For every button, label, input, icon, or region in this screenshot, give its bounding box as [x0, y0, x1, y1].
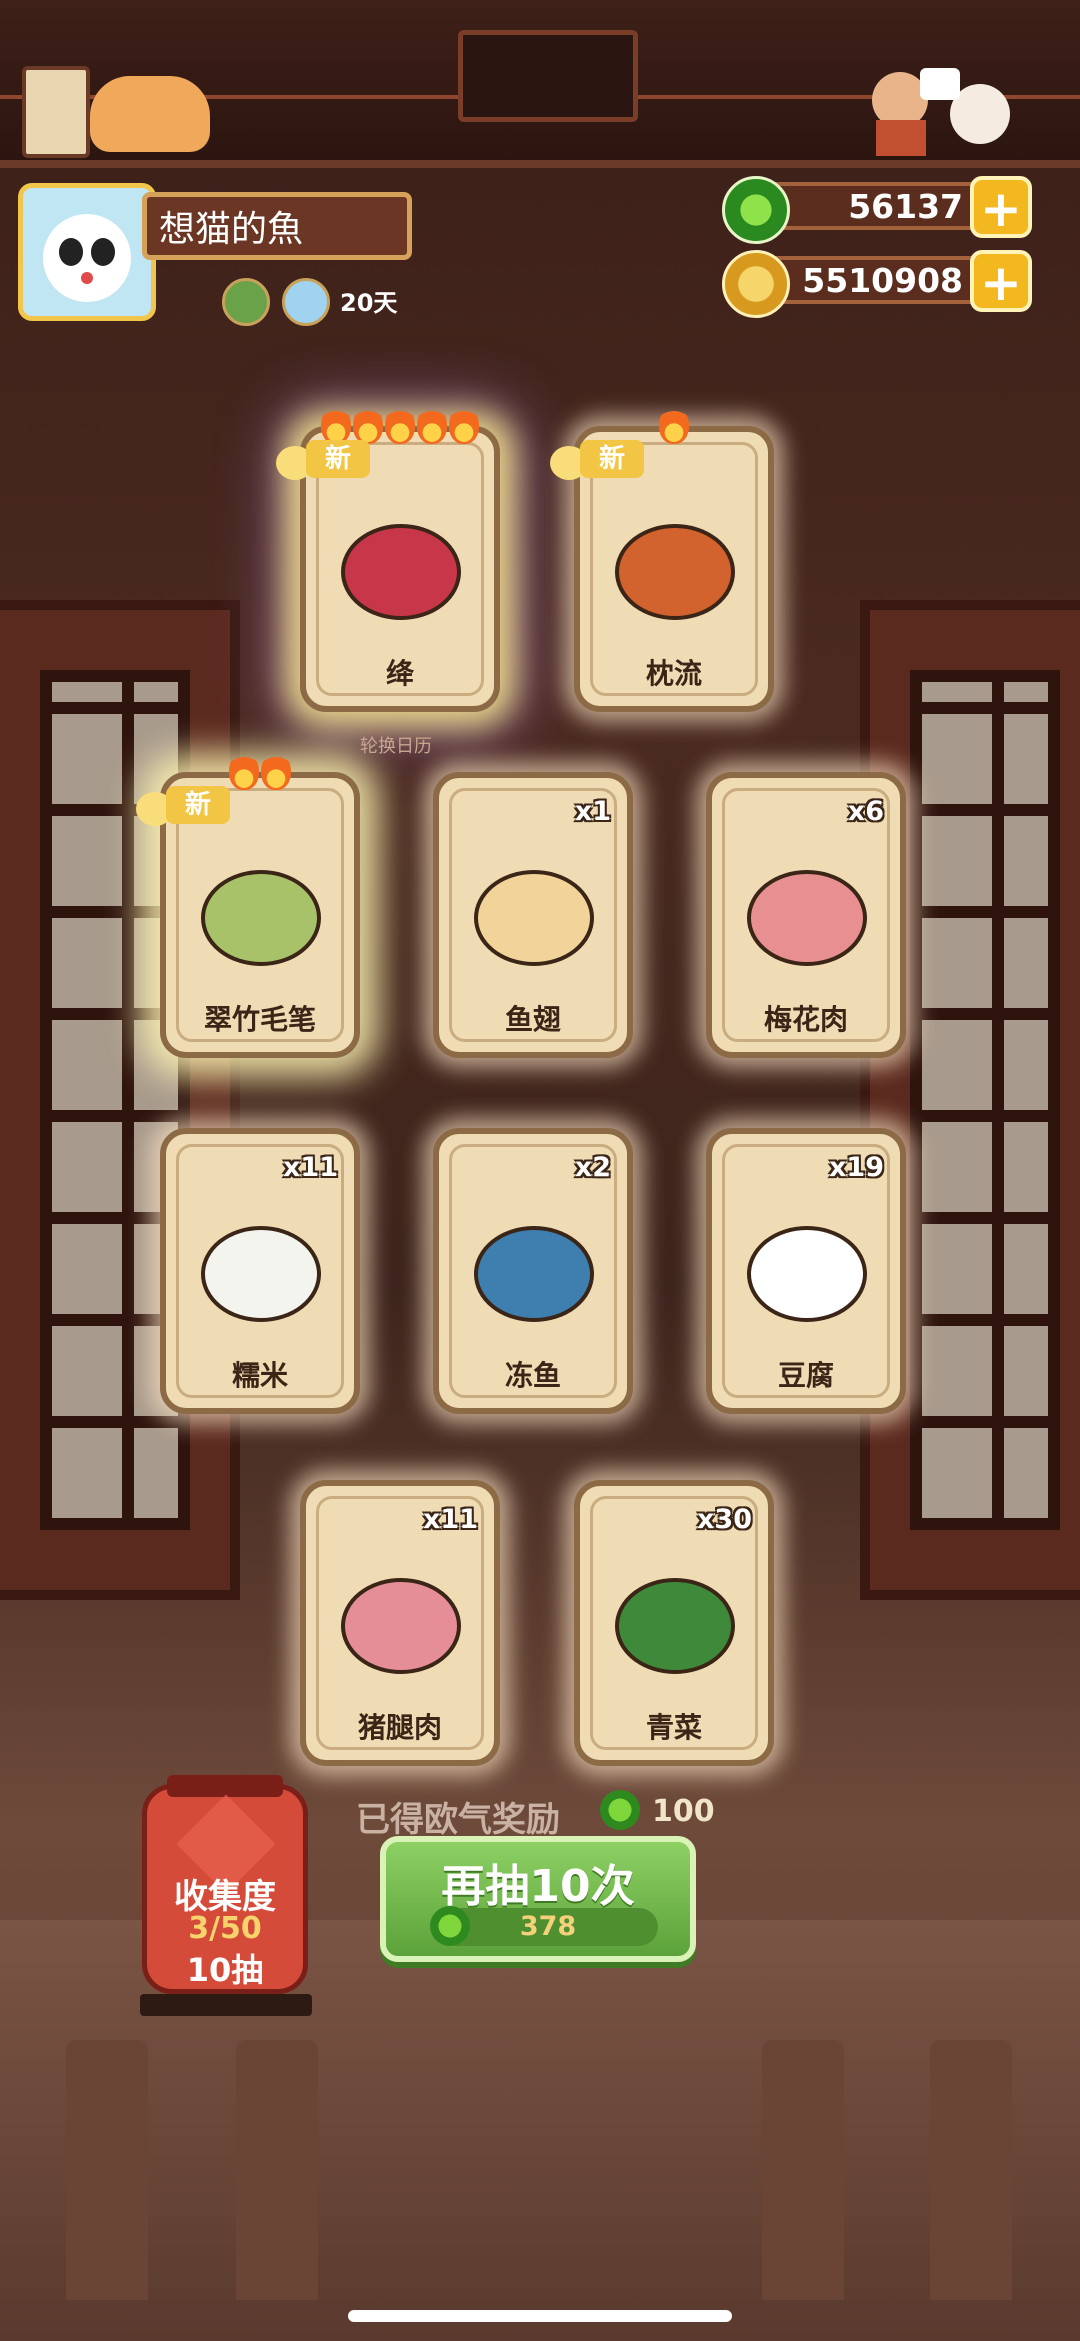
- draw-again-label: 再抽10次: [441, 1861, 635, 1912]
- draw-cost-bar: 378: [430, 1906, 658, 1946]
- flame-icon: [449, 406, 479, 444]
- draw-again-button[interactable]: 再抽10次 378: [380, 1836, 696, 1962]
- card-count: x1: [574, 796, 611, 827]
- card-label: 冻鱼: [504, 1359, 561, 1392]
- card-item-icon: [186, 1174, 336, 1354]
- login-days: 20天: [340, 289, 398, 317]
- new-badge: 新: [136, 786, 236, 830]
- reward-card[interactable]: 枕流 新: [550, 406, 774, 712]
- reward-card[interactable]: x19 豆腐: [706, 1128, 906, 1414]
- card-count: x2: [574, 1152, 611, 1183]
- fence-post: [930, 2040, 1012, 2300]
- player-name[interactable]: 想猫的魚: [142, 192, 412, 260]
- rarity-flames: [580, 406, 768, 444]
- bowl-badge-icon[interactable]: [282, 278, 330, 326]
- left-window-panel: [0, 600, 240, 1600]
- card-label: 豆腐: [777, 1359, 834, 1392]
- card-label: 枕流: [645, 657, 702, 690]
- card-item-icon: [459, 818, 609, 998]
- cat-sleeping-icon: [90, 76, 210, 152]
- add-jade-button[interactable]: +: [970, 176, 1032, 238]
- portrait-frame-icon[interactable]: [458, 30, 638, 122]
- jade-icon: [722, 176, 790, 244]
- rarity-flames: [166, 752, 354, 790]
- home-indicator[interactable]: [348, 2310, 732, 2322]
- new-badge: 新: [550, 440, 650, 484]
- card-item-icon: [326, 1526, 476, 1706]
- reward-card[interactable]: 翠竹毛笔 新: [136, 752, 360, 1058]
- right-window-panel: [860, 600, 1080, 1600]
- card-item-icon: [600, 1526, 750, 1706]
- card-label: 翠竹毛笔: [203, 1003, 316, 1036]
- reward-card[interactable]: x30 青菜: [574, 1480, 774, 1766]
- flame-icon: [417, 406, 447, 444]
- card-item-icon: [459, 1174, 609, 1354]
- new-badge-label: 新: [166, 786, 230, 824]
- reward-card[interactable]: x11 猪腿肉: [300, 1480, 500, 1766]
- banner-hint: 轮换日历: [360, 736, 432, 757]
- card-label: 绛: [385, 657, 414, 690]
- card-count: x11: [283, 1152, 338, 1183]
- card-label: 猪腿肉: [357, 1711, 442, 1744]
- jade-small-icon: [600, 1790, 640, 1830]
- fence-post: [236, 2040, 318, 2300]
- card-count: x11: [423, 1504, 478, 1535]
- rarity-flames: [306, 406, 494, 444]
- draw-cost: 378: [519, 1911, 577, 1942]
- lantern-stand: [140, 1994, 312, 2016]
- card-label: 糯米: [231, 1359, 288, 1392]
- new-badge-label: 新: [580, 440, 644, 478]
- fence-post: [66, 2040, 148, 2300]
- collection-draws: 10抽: [186, 1951, 264, 1989]
- reward-card[interactable]: 绛新: [276, 406, 500, 712]
- reward-card[interactable]: x2 冻鱼: [433, 1128, 633, 1414]
- cat-badge-icon[interactable]: [222, 278, 270, 326]
- player-avatar[interactable]: [18, 183, 156, 321]
- collection-progress: 3/50: [188, 1911, 262, 1946]
- new-badge-label: 新: [306, 440, 370, 478]
- reward-card[interactable]: x11 糯米: [160, 1128, 360, 1414]
- flame-icon: [353, 406, 383, 444]
- card-label: 鱼翅: [504, 1003, 561, 1036]
- card-label: 梅花肉: [763, 1003, 848, 1036]
- card-item-icon: [732, 1174, 882, 1354]
- card-item-icon: [732, 818, 882, 998]
- chef-characters-icon: [820, 60, 1020, 156]
- flame-icon: [385, 406, 415, 444]
- card-count: x6: [847, 796, 884, 827]
- card-item-icon: [186, 818, 336, 998]
- flame-icon: [321, 406, 351, 444]
- card-item-icon: [600, 472, 750, 652]
- lucky-reward-value: 100: [652, 1794, 715, 1829]
- flame-icon: [261, 752, 291, 790]
- add-coin-button[interactable]: +: [970, 250, 1032, 312]
- card-label: 青菜: [645, 1711, 702, 1744]
- card-count: x30: [697, 1504, 752, 1535]
- coin-icon: [722, 250, 790, 318]
- collection-lantern[interactable]: 收集度 3/50 10抽: [142, 1775, 308, 1994]
- reward-card[interactable]: x1 鱼翅: [433, 772, 633, 1058]
- fence-post: [762, 2040, 844, 2300]
- new-badge: 新: [276, 440, 376, 484]
- reward-card[interactable]: x6 梅花肉: [706, 772, 906, 1058]
- flame-icon: [659, 406, 689, 444]
- hanging-sign-icon: [22, 66, 90, 158]
- lucky-reward-label: 已得欧气奖励: [356, 1800, 560, 1840]
- card-item-icon: [326, 472, 476, 652]
- card-count: x19: [829, 1152, 884, 1183]
- flame-icon: [229, 752, 259, 790]
